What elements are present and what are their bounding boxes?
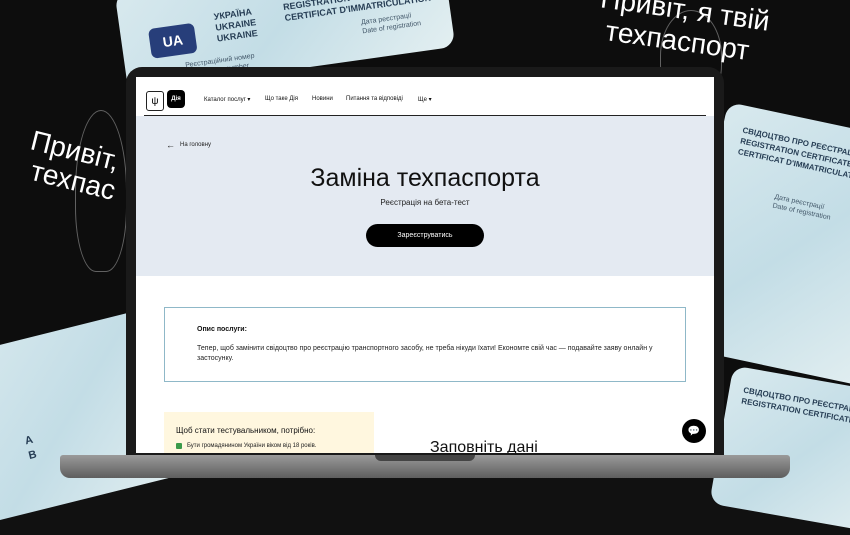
tester-requirement-text: Бути громадянином України віком від 18 р… <box>187 443 317 449</box>
back-link[interactable]: ← На головну <box>166 140 211 150</box>
page-title: Заміна техпаспорта <box>310 164 540 192</box>
tester-title: Щоб стати тестувальником, потрібно: <box>176 426 316 435</box>
nav-faq[interactable]: Питання та відповіді <box>346 96 403 102</box>
tester-requirement-item: Бути громадянином України віком від 18 р… <box>176 443 316 449</box>
laptop-notch <box>375 455 475 461</box>
card-bl-letter-a: A <box>23 433 35 448</box>
site-header: ψ Дія Каталог послуг ▾ Що таке Дія Новин… <box>136 77 714 115</box>
card-bl-letter-b: B <box>27 448 38 463</box>
description-title: Опис послуги: <box>197 326 247 333</box>
arrow-left-icon: ← <box>166 140 175 150</box>
nav-more[interactable]: Ще ▾ <box>418 96 432 103</box>
nav-what-is-diia[interactable]: Що таке Дія <box>265 96 298 102</box>
ua-badge: UA <box>147 22 198 59</box>
laptop-screen: ψ Дія Каталог послуг ▾ Що таке Дія Новин… <box>136 77 714 453</box>
description-text: Тепер, щоб замінити свідоцтво про реєстр… <box>197 345 653 362</box>
trident-outline-left <box>75 110 127 272</box>
trident-emblem-icon[interactable]: ψ <box>146 91 164 111</box>
diia-logo[interactable]: Дія <box>167 90 185 108</box>
chat-icon[interactable]: 💬 <box>682 419 706 443</box>
tester-requirements-box: Щоб стати тестувальником, потрібно: Бути… <box>164 412 374 453</box>
nav-news[interactable]: Новини <box>312 96 333 102</box>
document-card-bottom-right: СВІДОЦТВО ПРО РЕЄСТРАЦІЮ REGISTRATION CE… <box>709 365 850 535</box>
check-icon <box>176 443 182 449</box>
nav-catalog[interactable]: Каталог послуг ▾ <box>204 96 250 103</box>
form-title: Заповніть дані <box>430 439 538 453</box>
service-description-box: Опис послуги: Тепер, щоб замінити свідоц… <box>164 307 686 382</box>
hero-section <box>136 116 714 276</box>
page-subtitle: Реєстрація на бета-тест <box>380 198 470 207</box>
back-link-label: На головну <box>180 142 212 148</box>
register-button[interactable]: Зареєструватись <box>366 224 484 247</box>
